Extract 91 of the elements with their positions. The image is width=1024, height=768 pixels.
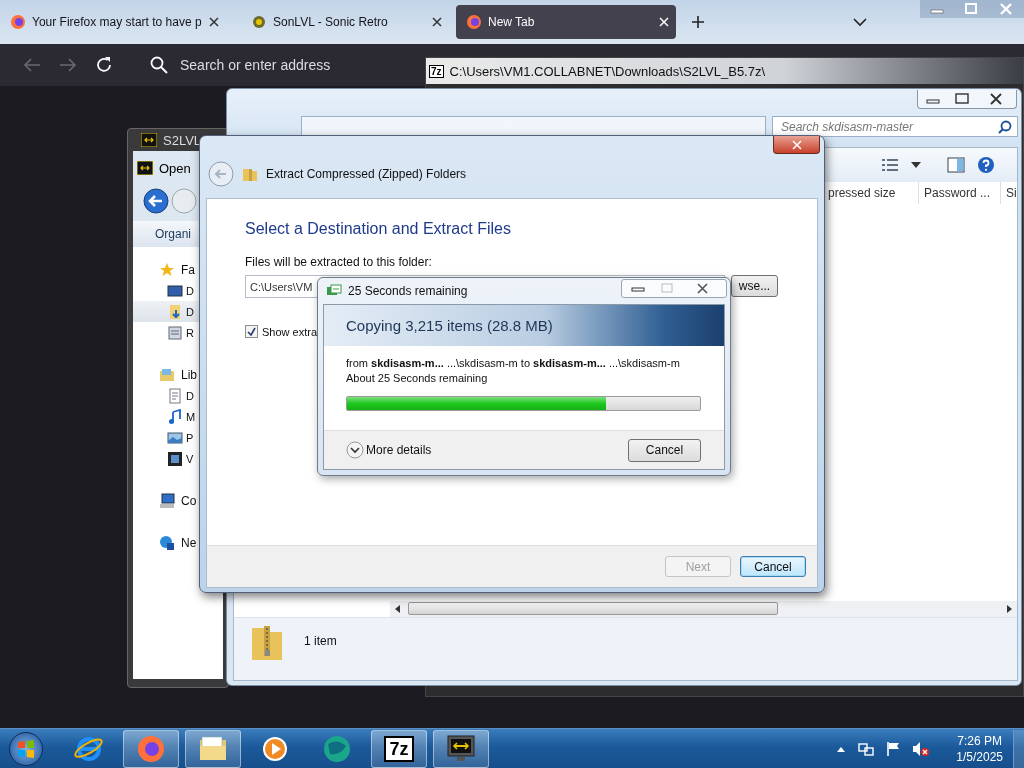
browser-tab[interactable]: New Tab [456,5,676,39]
tab-title: SonLVL - Sonic Retro [273,15,389,29]
videos-icon [167,450,183,467]
window-title: S2LVL [163,132,202,148]
dialog-heading: Select a Destination and Extract Files [245,219,512,239]
libraries-icon [159,366,175,383]
music-icon [167,408,183,425]
chevron-down-icon [346,441,364,459]
more-details-toggle[interactable]: More details [346,441,432,459]
plus-icon[interactable] [691,15,705,29]
taskbar-button[interactable] [185,729,241,768]
documents-icon [167,387,183,404]
close-icon [790,138,803,151]
back-button[interactable] [143,188,169,214]
cancel-button[interactable]: Cancel [740,556,806,577]
nav-item[interactable]: Lib [133,364,223,385]
sphere-icon [322,733,352,764]
copy-icon [326,284,342,298]
field-label: Files will be extracted to this folder: [245,255,433,269]
zip-folder-icon [242,166,258,182]
chevron-down-icon[interactable] [853,17,867,27]
search-icon[interactable] [998,120,1012,134]
app-logo: 7z [429,64,444,78]
help-icon[interactable] [977,156,995,174]
view-list-icon[interactable] [881,158,899,172]
browser-tab[interactable]: SonLVL - Sonic Retro [227,5,449,39]
start-button[interactable] [9,731,43,766]
back-icon[interactable] [23,57,41,73]
copy-heading: Copying 3,215 items (28.8 MB) [346,317,553,334]
monitor-icon [446,733,476,764]
address-field[interactable]: Search or enter address [178,56,382,74]
time-remaining-text: About 25 Seconds remaining [346,371,489,386]
app-icon [137,161,153,175]
column-header[interactable]: Si [1000,182,1017,204]
nav-item[interactable]: Fa [133,259,223,280]
window-title: C:\Users\VM1.COLLABNET\Downloads\S2LVL_B5.7z\ [449,63,766,79]
browser-icon [10,14,26,30]
flag-icon[interactable] [886,740,901,757]
browser-icon [136,733,166,764]
dialog-title: 25 Seconds remaining [348,284,468,298]
taskbar-button[interactable]: 7z [371,729,427,768]
nav-item[interactable]: D [133,385,223,406]
dialog-title: Extract Compressed (Zipped) Folders [266,167,467,181]
nav-item[interactable]: M [133,406,223,427]
address-bar[interactable] [301,116,766,137]
nav-item[interactable]: Co [133,490,223,511]
volume-muted-icon[interactable] [912,740,931,757]
dialog-title: Open [159,160,191,176]
clock-time[interactable]: 7:26 PM [957,732,1002,749]
tab-title: New Tab [488,15,536,29]
browse-button[interactable]: wse... [731,275,778,297]
item-count: 1 item [304,634,337,648]
check-icon [247,327,256,336]
desktop-icon [167,282,183,299]
column-header[interactable]: Password ... [918,182,1000,204]
reload-icon[interactable] [95,56,113,74]
nav-item[interactable]: V [133,448,223,469]
taskbar-button[interactable] [433,729,489,768]
checkbox-label[interactable]: Show extra [262,325,318,338]
tab-title: Your Firefox may start to have p [32,15,202,29]
scroll-right-icon[interactable] [1005,605,1013,613]
caret-icon[interactable] [911,162,921,168]
downloads-icon [167,303,183,320]
scroll-left-icon[interactable] [394,605,402,613]
nav-item[interactable]: Ne [133,532,223,553]
favorites-icon [159,261,175,278]
network-icon[interactable] [858,740,875,757]
cancel-button[interactable]: Cancel [628,438,701,462]
preview-pane-icon[interactable] [947,157,965,173]
network-icon [159,534,175,551]
browser-icon [466,14,482,30]
forward-icon[interactable] [59,57,77,73]
copy-source-text: from skdisasm-m... ...\skdisasm-m to skdisasm-m... ...\skdisasm-m [346,356,681,371]
nav-item[interactable]: D [133,280,223,301]
nav-item[interactable]: P [133,427,223,448]
close-icon[interactable] [431,16,443,28]
browser-tab[interactable]: Your Firefox may start to have p [8,5,220,39]
checkbox[interactable] [245,325,258,338]
close-icon[interactable] [207,16,220,28]
scrollbar-thumb[interactable] [408,602,778,615]
close-button[interactable] [773,136,820,154]
clock-date[interactable]: 1/5/2025 [956,748,1003,765]
pictures-icon [167,429,183,446]
site-icon [251,14,267,30]
four-squares-logo-icon [16,738,36,759]
search-field[interactable]: Search skdisasm-master [772,116,1018,137]
nav-item[interactable]: R [133,322,223,343]
recent-icon [167,324,183,341]
search-icon [150,56,168,74]
app-icon [141,133,157,147]
computer-icon [159,492,175,509]
